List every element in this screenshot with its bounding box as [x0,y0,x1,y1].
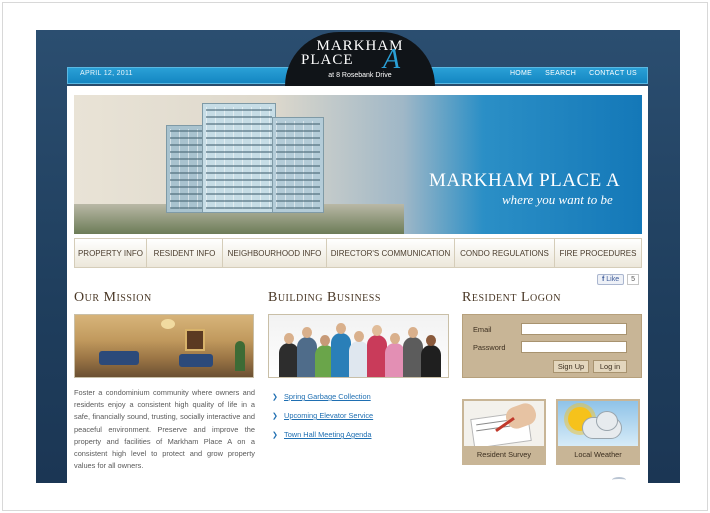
hero-tagline: where you want to be [502,192,613,207]
nav-home-link[interactable]: HOME [510,70,532,77]
email-label: Email [473,325,492,334]
list-item: ❯ Upcoming Elevator Service [272,406,450,425]
nav-contact-link[interactable]: CONTACT US [589,70,637,77]
facebook-like: f Like 5 [597,274,640,285]
business-title: Building Business [268,290,381,305]
hero-building-image [166,103,324,213]
arrow-icon: ❯ [272,393,278,401]
news-link[interactable]: Town Hall Meeting Agenda [284,430,372,439]
facebook-like-button[interactable]: f Like [597,274,625,285]
site-logo[interactable]: MARKHAM PLACE A at 8 Rosebank Drive [285,32,435,86]
mission-title: Our Mission [74,290,152,305]
nav-search-link[interactable]: SEARCH [545,70,576,77]
weather-caption: Local Weather [558,446,638,463]
logon-title: Resident Logon [462,290,561,305]
nav-directors-communication[interactable]: DIRECTOR'S COMMUNICATION [327,239,455,267]
residents-group-image [268,314,449,378]
news-link[interactable]: Upcoming Elevator Service [284,411,373,420]
like-count: 5 [627,274,640,285]
arrow-icon: ❯ [272,412,278,420]
logo-address: at 8 Rosebank Drive [328,72,392,79]
like-label: Like [606,276,620,283]
password-field[interactable] [521,341,627,353]
logon-form: Email Password Sign Up Log in [462,314,642,378]
mission-text: Foster a condominium community where own… [74,388,255,471]
current-date: APRIL 12, 2011 [80,70,133,77]
password-label: Password [473,343,506,352]
nav-resident-info[interactable]: RESIDENT INFO [147,239,223,267]
hero-banner: MARKHAM PLACE A where you want to be [74,95,642,234]
nav-property-info[interactable]: PROPERTY INFO [75,239,147,267]
corner-decoration [612,477,626,483]
signup-button[interactable]: Sign Up [553,360,589,373]
main-nav: PROPERTY INFO RESIDENT INFO NEIGHBOURHOO… [74,238,642,268]
login-button[interactable]: Log in [593,360,627,373]
nav-condo-regulations[interactable]: CONDO REGULATIONS [455,239,555,267]
weather-icon [558,401,638,447]
logo-line-2: PLACE [301,52,354,68]
arrow-icon: ❯ [272,431,278,439]
nav-neighbourhood-info[interactable]: NEIGHBOURHOOD INFO [223,239,327,267]
lobby-image [74,314,254,378]
building-news-list: ❯ Spring Garbage Collection ❯ Upcoming E… [272,387,450,444]
news-link[interactable]: Spring Garbage Collection [284,392,371,401]
hero-title: MARKHAM PLACE A [429,170,621,191]
resident-survey-tile[interactable]: Resident Survey [462,399,546,465]
list-item: ❯ Spring Garbage Collection [272,387,450,406]
top-nav: HOME SEARCH CONTACT US [510,70,637,77]
survey-caption: Resident Survey [464,446,544,463]
local-weather-tile[interactable]: Local Weather [556,399,640,465]
survey-icon [464,401,544,447]
email-field[interactable] [521,323,627,335]
list-item: ❯ Town Hall Meeting Agenda [272,425,450,444]
nav-fire-procedures[interactable]: FIRE PROCEDURES [555,239,641,267]
main-content: MARKHAM PLACE A where you want to be PRO… [67,86,648,483]
